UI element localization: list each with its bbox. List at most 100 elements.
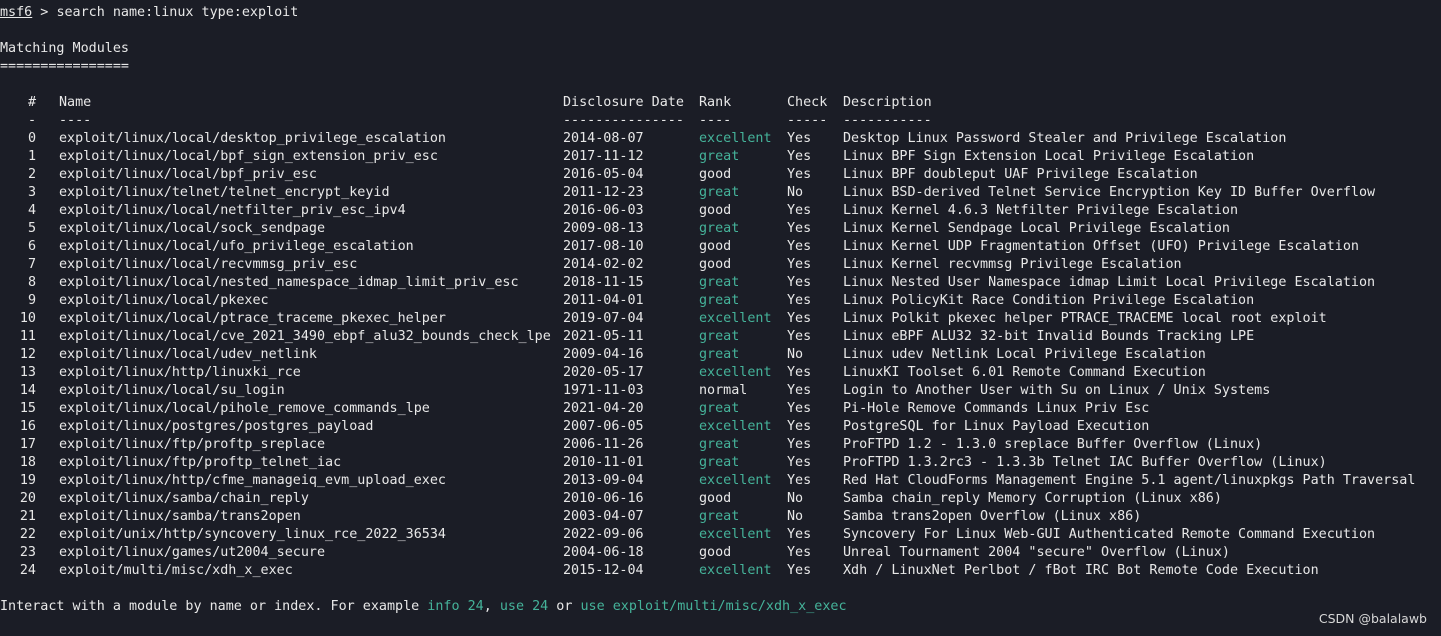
row-rank: great	[699, 185, 740, 200]
table-row: 10 exploit/linux/local/ptrace_traceme_pke…	[0, 310, 1441, 328]
row-rank: great	[699, 401, 740, 416]
row-rank: great	[699, 275, 740, 290]
row-disclosure-date: 2007-06-05	[563, 419, 644, 434]
table-row: 14 exploit/linux/local/su_login 1971-11-03…	[0, 382, 1441, 400]
row-check: Yes	[787, 473, 812, 488]
row-check: No	[787, 491, 804, 506]
row-rank: normal	[699, 383, 748, 398]
row-description: PostgreSQL for Linux Payload Execution	[843, 419, 1150, 434]
row-module-name: exploit/linux/local/desktop_privilege_es…	[59, 131, 446, 146]
row-description: Linux BPF Sign Extension Local Privilege…	[843, 149, 1255, 164]
row-disclosure-date: 2019-07-04	[563, 311, 644, 326]
row-disclosure-date: 2003-04-07	[563, 509, 644, 524]
row-disclosure-date: 2015-12-04	[563, 563, 644, 578]
prompt-separator: >	[32, 5, 57, 20]
row-description: Unreal Tournament 2004 "secure" Overflow…	[843, 545, 1230, 560]
row-index: 6	[27, 239, 36, 254]
table-row: 13 exploit/linux/http/linuxki_rce 2020-05-…	[0, 364, 1441, 382]
header-rank: Rank	[699, 95, 732, 110]
row-rank: great	[699, 509, 740, 524]
table-row: 7 exploit/linux/local/recvmmsg_priv_esc 20…	[0, 256, 1441, 274]
section-title: Matching Modules	[0, 41, 129, 56]
row-rank: great	[699, 329, 740, 344]
row-disclosure-date: 2009-08-13	[563, 221, 644, 236]
row-module-name: exploit/multi/misc/xdh_x_exec	[59, 563, 293, 578]
row-check: Yes	[787, 275, 812, 290]
row-module-name: exploit/linux/telnet/telnet_encrypt_keyi…	[59, 185, 390, 200]
row-module-name: exploit/linux/local/netfilter_priv_esc_i…	[59, 203, 406, 218]
row-index: 5	[27, 221, 36, 236]
row-disclosure-date: 2013-09-04	[563, 473, 644, 488]
row-description: ProFTPD 1.3.2rc3 - 1.3.3b Telnet IAC Buf…	[843, 455, 1327, 470]
row-check: Yes	[787, 257, 812, 272]
row-check: Yes	[787, 563, 812, 578]
row-index: 10	[19, 311, 36, 326]
table-row: 4 exploit/linux/local/netfilter_priv_esc_…	[0, 202, 1441, 220]
row-check: Yes	[787, 149, 812, 164]
row-index: 1	[27, 149, 36, 164]
footer-sep: ,	[483, 599, 500, 614]
row-module-name: exploit/linux/games/ut2004_secure	[59, 545, 326, 560]
table-row: 19 exploit/linux/http/cfme_manageiq_evm_u…	[0, 472, 1441, 490]
row-rank: good	[699, 545, 732, 560]
row-rank: great	[699, 437, 740, 452]
row-module-name: exploit/unix/http/syncovery_linux_rce_20…	[59, 527, 446, 542]
table-row: 24 exploit/multi/misc/xdh_x_exec 2015-12-0…	[0, 562, 1441, 580]
footer-cmd-info: info 24	[427, 599, 484, 614]
row-index: 15	[19, 401, 36, 416]
divider-description: -----------	[843, 113, 932, 128]
terminal-window[interactable]: msf6 > search name:linux type:exploit Ma…	[0, 0, 1441, 636]
row-index: 21	[19, 509, 36, 524]
row-disclosure-date: 2006-11-26	[563, 437, 644, 452]
header-index: #	[27, 95, 36, 110]
row-check: Yes	[787, 365, 812, 380]
table-row: 0 exploit/linux/local/desktop_privilege_e…	[0, 130, 1441, 148]
row-check: Yes	[787, 329, 812, 344]
row-module-name: exploit/linux/ftp/proftp_telnet_iac	[59, 455, 342, 470]
row-disclosure-date: 1971-11-03	[563, 383, 644, 398]
row-index: 24	[19, 563, 36, 578]
table-row: 5 exploit/linux/local/sock_sendpage 2009-0…	[0, 220, 1441, 238]
row-check: Yes	[787, 383, 812, 398]
table-row: 6 exploit/linux/local/ufo_privilege_escal…	[0, 238, 1441, 256]
row-module-name: exploit/linux/local/udev_netlink	[59, 347, 317, 362]
footer-sep: or	[548, 599, 581, 614]
row-index: 8	[27, 275, 36, 290]
row-module-name: exploit/linux/local/bpf_priv_esc	[59, 167, 317, 182]
row-module-name: exploit/linux/local/ptrace_traceme_pkexe…	[59, 311, 446, 326]
row-check: Yes	[787, 437, 812, 452]
row-rank: excellent	[699, 131, 772, 146]
row-check: Yes	[787, 527, 812, 542]
divider-index: -	[27, 113, 36, 128]
table-header-divider: - ---- --------------- ---- ----- ------…	[0, 112, 1441, 130]
row-rank: excellent	[699, 527, 772, 542]
row-disclosure-date: 2016-06-03	[563, 203, 644, 218]
row-index: 11	[19, 329, 36, 344]
row-rank: excellent	[699, 365, 772, 380]
row-description: Linux eBPF ALU32 32-bit Invalid Bounds T…	[843, 329, 1255, 344]
row-check: Yes	[787, 203, 812, 218]
row-index: 19	[19, 473, 36, 488]
table-row: 2 exploit/linux/local/bpf_priv_esc 2016-05…	[0, 166, 1441, 184]
row-module-name: exploit/linux/local/pkexec	[59, 293, 269, 308]
row-description: Linux BSD-derived Telnet Service Encrypt…	[843, 185, 1376, 200]
row-description: Samba chain_reply Memory Corruption (Lin…	[843, 491, 1222, 506]
table-row: 9 exploit/linux/local/pkexec 2011-04-01 gre…	[0, 292, 1441, 310]
row-disclosure-date: 2004-06-18	[563, 545, 644, 560]
row-check: Yes	[787, 545, 812, 560]
row-description: Linux Kernel 4.6.3 Netfilter Privilege E…	[843, 203, 1239, 218]
row-index: 14	[19, 383, 36, 398]
row-check: Yes	[787, 293, 812, 308]
row-description: Linux Polkit pkexec helper PTRACE_TRACEM…	[843, 311, 1327, 326]
row-check: Yes	[787, 167, 812, 182]
row-rank: good	[699, 491, 732, 506]
row-check: No	[787, 185, 804, 200]
row-rank: great	[699, 347, 740, 362]
row-module-name: exploit/linux/local/su_login	[59, 383, 285, 398]
row-description: Linux Nested User Namespace idmap Limit …	[843, 275, 1376, 290]
row-rank: great	[699, 455, 740, 470]
header-name: Name	[59, 95, 92, 110]
row-index: 12	[19, 347, 36, 362]
row-index: 22	[19, 527, 36, 542]
